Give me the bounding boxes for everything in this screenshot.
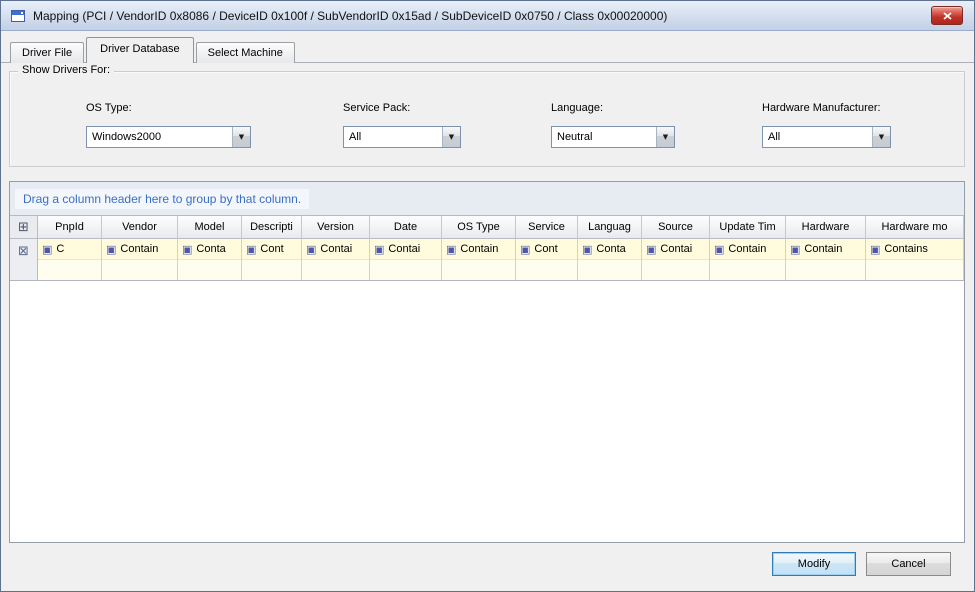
filter-cell-text: Conta: [596, 243, 625, 256]
filter-cell-text: Contain: [804, 243, 842, 256]
dropdown-arrow-icon: ▼: [449, 133, 454, 141]
filter-cell-text: Cont: [534, 243, 557, 256]
modify-button[interactable]: Modify: [772, 552, 856, 576]
dropdown-arrow-icon: ▼: [239, 133, 244, 141]
language-dropdown-button[interactable]: ▼: [656, 127, 674, 147]
filter-cell-hardware[interactable]: ▣ Contain: [786, 239, 866, 280]
filter-cell-service[interactable]: ▣ Cont: [516, 239, 578, 280]
hardware-manufacturer-select[interactable]: All ▼: [762, 126, 891, 148]
filter-cell-date[interactable]: ▣ Contai: [370, 239, 442, 280]
language-select[interactable]: Neutral ▼: [551, 126, 675, 148]
filter-condition-icon[interactable]: ▣: [374, 243, 384, 256]
filter-condition-icon[interactable]: ▣: [306, 243, 316, 256]
filter-cell-text: Contain: [120, 243, 158, 256]
column-header-model[interactable]: Model: [178, 216, 242, 239]
tab-select-machine-label: Select Machine: [208, 47, 283, 59]
filter-cell-version[interactable]: ▣ Contai: [302, 239, 370, 280]
grid-customize-button[interactable]: ⊞: [10, 216, 38, 239]
column-header-source[interactable]: Source: [642, 216, 710, 239]
column-header-os-type[interactable]: OS Type: [442, 216, 516, 239]
column-header-vendor[interactable]: Vendor: [102, 216, 178, 239]
language-value: Neutral: [552, 127, 656, 147]
close-icon: [943, 12, 952, 20]
column-header-date[interactable]: Date: [370, 216, 442, 239]
filter-condition-icon[interactable]: ▣: [870, 243, 880, 256]
tab-driver-database[interactable]: Driver Database: [86, 37, 193, 63]
column-header-descripti[interactable]: Descripti: [242, 216, 302, 239]
filter-condition-icon[interactable]: ▣: [182, 243, 192, 256]
column-header-hardware[interactable]: Hardware: [786, 216, 866, 239]
show-drivers-group: Show Drivers For: OS Type: Windows2000 ▼…: [9, 71, 965, 167]
filter-cell-hardware-mo[interactable]: ▣ Contains: [866, 239, 964, 280]
filter-cell-text: Contain: [728, 243, 766, 256]
filter-condition-icon[interactable]: ▣: [446, 243, 456, 256]
filter-cell-descripti[interactable]: ▣ Cont: [242, 239, 302, 280]
filter-cell-os-type[interactable]: ▣ Contain: [442, 239, 516, 280]
service-pack-value: All: [344, 127, 442, 147]
os-type-dropdown-button[interactable]: ▼: [232, 127, 250, 147]
column-header-update-tim[interactable]: Update Tim: [710, 216, 786, 239]
filter-cell-text: Contai: [320, 243, 352, 256]
filter-condition-icon[interactable]: ▣: [246, 243, 256, 256]
filter-cell-text: Contai: [660, 243, 692, 256]
grid-body: [10, 281, 964, 542]
filter-cell-text: Contai: [388, 243, 420, 256]
filter-cell-text: Contain: [460, 243, 498, 256]
filter-cell-text: Cont: [260, 243, 283, 256]
app-icon: [10, 8, 26, 24]
show-drivers-group-title: Show Drivers For:: [18, 64, 114, 76]
tab-driver-file-label: Driver File: [22, 47, 72, 59]
tab-driver-file[interactable]: Driver File: [10, 42, 84, 63]
column-header-version[interactable]: Version: [302, 216, 370, 239]
group-by-hint: Drag a column header here to group by th…: [15, 189, 309, 209]
driver-grid: Drag a column header here to group by th…: [9, 181, 965, 543]
filter-cell-vendor[interactable]: ▣ Contain: [102, 239, 178, 280]
filter-cell-update-tim[interactable]: ▣ Contain: [710, 239, 786, 280]
filter-row-indicator[interactable]: ⊠: [10, 239, 38, 280]
group-by-panel[interactable]: Drag a column header here to group by th…: [10, 182, 964, 216]
filter-cell-model[interactable]: ▣ Conta: [178, 239, 242, 280]
filter-cell-text: C: [56, 243, 64, 256]
language-label: Language:: [551, 102, 603, 114]
dropdown-arrow-icon: ▼: [879, 133, 884, 141]
filter-cell-text: Conta: [196, 243, 225, 256]
filter-condition-icon[interactable]: ▣: [582, 243, 592, 256]
filter-cell-pnpid[interactable]: ▣C: [38, 239, 102, 280]
column-header-hardware-mo[interactable]: Hardware mo: [866, 216, 964, 239]
filter-condition-icon[interactable]: ▣: [42, 243, 52, 256]
mapping-dialog: Mapping (PCI / VendorID 0x8086 / DeviceI…: [0, 0, 975, 592]
filter-row-icon: ⊠: [18, 244, 29, 259]
filter-condition-icon[interactable]: ▣: [790, 243, 800, 256]
customize-grid-icon: ⊞: [18, 220, 29, 235]
title-bar[interactable]: Mapping (PCI / VendorID 0x8086 / DeviceI…: [1, 1, 974, 31]
filter-condition-icon[interactable]: ▣: [106, 243, 116, 256]
hardware-manufacturer-label: Hardware Manufacturer:: [762, 102, 881, 114]
os-type-value: Windows2000: [87, 127, 232, 147]
hardware-manufacturer-value: All: [763, 127, 872, 147]
filter-cell-text: Contains: [884, 243, 927, 256]
os-type-select[interactable]: Windows2000 ▼: [86, 126, 251, 148]
column-header-languag[interactable]: Languag: [578, 216, 642, 239]
column-header-service[interactable]: Service: [516, 216, 578, 239]
window-title: Mapping (PCI / VendorID 0x8086 / DeviceI…: [33, 1, 914, 31]
dropdown-arrow-icon: ▼: [663, 133, 668, 141]
cancel-button[interactable]: Cancel: [866, 552, 951, 576]
os-type-label: OS Type:: [86, 102, 132, 114]
filter-condition-icon[interactable]: ▣: [646, 243, 656, 256]
service-pack-label: Service Pack:: [343, 102, 410, 114]
column-header-pnpid[interactable]: PnpId: [38, 216, 102, 239]
tab-select-machine[interactable]: Select Machine: [196, 42, 295, 63]
grid-filter-row: ⊠ ▣C▣Contain▣Conta▣Cont▣Contai▣Contai▣Co…: [10, 239, 964, 281]
close-button[interactable]: [931, 6, 963, 25]
filter-condition-icon[interactable]: ▣: [714, 243, 724, 256]
tab-driver-database-label: Driver Database: [100, 43, 179, 55]
filter-cell-source[interactable]: ▣ Contai: [642, 239, 710, 280]
service-pack-select[interactable]: All ▼: [343, 126, 461, 148]
hardware-manufacturer-dropdown-button[interactable]: ▼: [872, 127, 890, 147]
service-pack-dropdown-button[interactable]: ▼: [442, 127, 460, 147]
grid-header-row: ⊞ PnpIdVendorModelDescriptiVersionDateOS…: [10, 216, 964, 239]
filter-cell-languag[interactable]: ▣ Conta: [578, 239, 642, 280]
filter-condition-icon[interactable]: ▣: [520, 243, 530, 256]
tab-strip: Driver File Driver Database Select Machi…: [1, 37, 974, 63]
